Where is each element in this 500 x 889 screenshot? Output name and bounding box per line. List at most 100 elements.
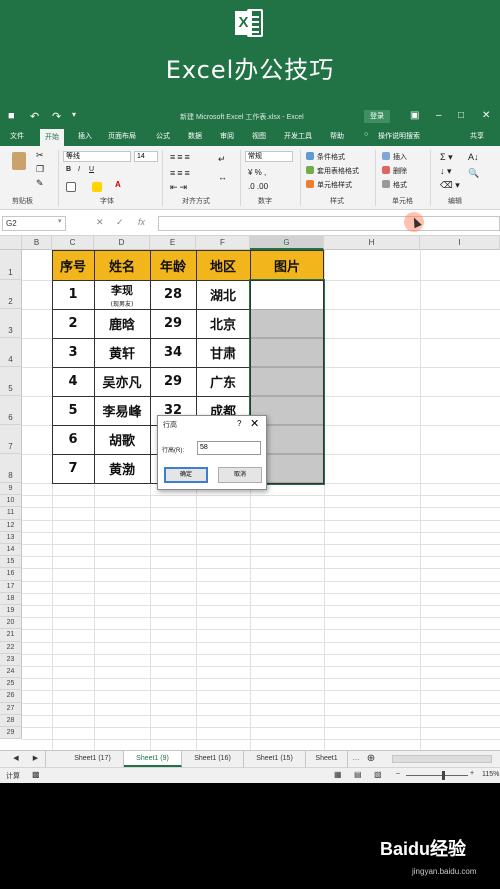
autosum-icon[interactable]: Σ ▾ <box>440 152 453 163</box>
insert-function-icon[interactable]: fx <box>138 217 145 227</box>
row-header[interactable]: 21 <box>0 629 22 642</box>
row-header-1[interactable]: 1 <box>0 250 22 280</box>
row-header-8[interactable]: 8 <box>0 454 22 483</box>
indent-icons[interactable]: ⇤⇥ <box>170 182 189 193</box>
sheet-tab[interactable]: Sheet1 (16) <box>182 751 244 767</box>
format-as-table-button[interactable]: 套用表格格式 <box>317 166 359 176</box>
column-header-d[interactable]: D <box>94 236 150 250</box>
row-header[interactable]: 11 <box>0 507 22 520</box>
format-painter-icon[interactable]: ✎ <box>36 178 44 189</box>
row-header[interactable]: 15 <box>0 556 22 569</box>
macro-record-icon[interactable]: ▩ <box>32 770 40 779</box>
zoom-slider[interactable] <box>406 775 468 776</box>
sheet-tab[interactable]: Sheet1 (15) <box>244 751 306 767</box>
row-header[interactable]: 26 <box>0 690 22 703</box>
row-header[interactable]: 12 <box>0 519 22 532</box>
row-header-3[interactable]: 3 <box>0 309 22 338</box>
column-header-c[interactable]: C <box>52 236 94 250</box>
copy-icon[interactable]: ❐ <box>36 164 44 175</box>
clear-icon[interactable]: ⌫ ▾ <box>440 180 460 191</box>
row-header[interactable]: 17 <box>0 580 22 593</box>
sheet-tab-active[interactable]: Sheet1 (9) <box>124 751 182 767</box>
ok-button[interactable]: 确定 <box>164 467 208 483</box>
row-header[interactable]: 16 <box>0 568 22 581</box>
ribbon-display-icon[interactable]: ▣ <box>410 110 419 121</box>
conditional-format-button[interactable]: 条件格式 <box>317 152 345 162</box>
cell-styles-button[interactable]: 单元格样式 <box>317 180 352 190</box>
decimal-icon[interactable]: .0 .00 <box>248 182 268 191</box>
cancel-button[interactable]: 取消 <box>218 467 262 483</box>
row-header[interactable]: 13 <box>0 531 22 544</box>
paste-icon[interactable] <box>12 152 26 170</box>
row-header[interactable]: 9 <box>0 483 22 496</box>
row-header[interactable]: 20 <box>0 617 22 630</box>
font-color-icon[interactable]: A <box>115 180 121 189</box>
column-header-f[interactable]: F <box>196 236 250 250</box>
row-header[interactable]: 24 <box>0 666 22 679</box>
font-name-select[interactable]: 等线 <box>63 151 131 162</box>
tab-file[interactable]: 文件 <box>10 131 24 141</box>
share-button[interactable]: 共享 <box>470 131 484 141</box>
formula-input[interactable] <box>158 216 500 231</box>
page-break-view-icon[interactable]: ▧ <box>374 770 382 779</box>
customize-icon[interactable]: ▾ <box>72 110 76 119</box>
tab-data[interactable]: 数据 <box>188 131 202 141</box>
name-box-dropdown-icon[interactable]: ▾ <box>58 217 62 225</box>
close-icon[interactable]: ✕ <box>482 110 490 121</box>
confirm-entry-icon[interactable]: ✓ <box>116 217 124 228</box>
number-format-select[interactable]: 常规 <box>245 151 293 162</box>
sheet-tab[interactable]: Sheet1 (17) <box>62 751 124 767</box>
sort-filter-icon[interactable]: A↓ <box>468 152 479 162</box>
row-header-5[interactable]: 5 <box>0 367 22 396</box>
row-header[interactable]: 10 <box>0 495 22 508</box>
underline-icon[interactable]: U <box>89 166 94 173</box>
help-icon[interactable]: ? <box>237 419 241 428</box>
row-header[interactable]: 22 <box>0 641 22 654</box>
login-button[interactable]: 登录 <box>364 110 390 123</box>
align-top-icons[interactable]: ≡≡≡ <box>170 152 192 162</box>
wrap-text-icon[interactable]: ↵ <box>218 154 226 165</box>
more-sheets-icon[interactable]: … <box>350 751 362 767</box>
minimize-icon[interactable]: – <box>436 110 442 121</box>
tab-developer[interactable]: 开发工具 <box>284 131 312 141</box>
column-header-e[interactable]: E <box>150 236 196 250</box>
column-header-i[interactable]: I <box>420 236 500 250</box>
insert-cells-button[interactable]: 插入 <box>393 152 407 162</box>
row-header[interactable]: 23 <box>0 653 22 666</box>
maximize-icon[interactable]: □ <box>458 110 464 121</box>
column-header-h[interactable]: H <box>324 236 420 250</box>
format-cells-button[interactable]: 格式 <box>393 180 407 190</box>
cancel-entry-icon[interactable]: ✕ <box>96 217 104 228</box>
row-header-4[interactable]: 4 <box>0 338 22 367</box>
scroll-left-icon[interactable]: ◀ <box>6 751 26 767</box>
currency-icon[interactable]: ¥ % , <box>248 168 266 177</box>
tab-view[interactable]: 视图 <box>252 131 266 141</box>
row-header[interactable]: 28 <box>0 714 22 727</box>
page-layout-view-icon[interactable]: ▤ <box>354 770 362 779</box>
row-header[interactable]: 27 <box>0 702 22 715</box>
row-height-input[interactable]: 58 <box>197 441 261 455</box>
italic-icon[interactable]: I <box>78 166 80 173</box>
row-header[interactable]: 19 <box>0 605 22 618</box>
row-header[interactable]: 29 <box>0 727 22 740</box>
normal-view-icon[interactable]: ▦ <box>334 770 342 779</box>
add-sheet-icon[interactable]: ⊕ <box>364 751 378 767</box>
tab-page-layout[interactable]: 页面布局 <box>108 131 136 141</box>
find-select-icon[interactable]: 🔍 <box>468 168 479 179</box>
name-box[interactable]: G2 <box>2 216 66 231</box>
row-header[interactable]: 25 <box>0 678 22 691</box>
tell-me-search[interactable]: 操作说明搜索 <box>378 131 420 141</box>
cut-icon[interactable]: ✂ <box>36 150 44 161</box>
delete-cells-button[interactable]: 删除 <box>393 166 407 176</box>
merge-center-icon[interactable]: ↔ <box>218 172 227 182</box>
undo-icon[interactable]: ↶ <box>30 110 39 123</box>
borders-icon[interactable] <box>66 182 76 192</box>
row-header[interactable]: 14 <box>0 544 22 557</box>
zoom-slider-thumb[interactable] <box>442 771 445 780</box>
select-all-corner[interactable] <box>0 236 22 250</box>
font-size-select[interactable]: 14 <box>134 151 158 162</box>
zoom-in-icon[interactable]: + <box>470 770 474 777</box>
row-header-2[interactable]: 2 <box>0 280 22 309</box>
column-header-g[interactable]: G <box>250 236 324 250</box>
spreadsheet-grid[interactable]: B C D E F G H I 1 2 3 4 5 6 7 8 91011 <box>0 236 500 750</box>
